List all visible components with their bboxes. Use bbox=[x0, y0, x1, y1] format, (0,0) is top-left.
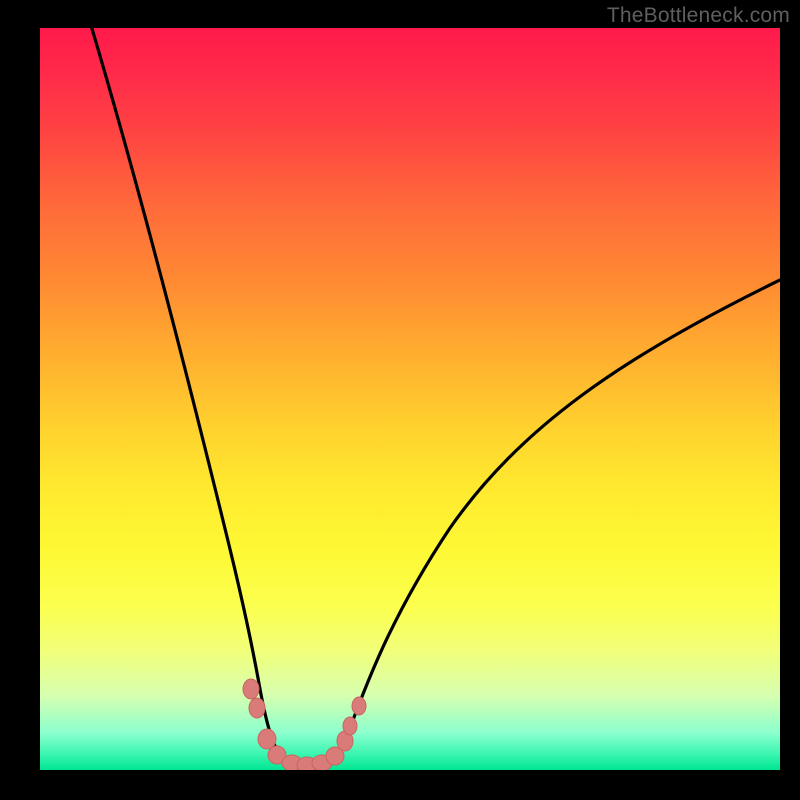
chart-frame: TheBottleneck.com bbox=[0, 0, 800, 800]
curve-marker bbox=[258, 729, 276, 749]
curve-marker bbox=[352, 697, 366, 715]
watermark-text: TheBottleneck.com bbox=[607, 4, 790, 28]
curve-marker bbox=[343, 717, 357, 735]
curve-marker bbox=[243, 679, 259, 699]
curve-marker bbox=[249, 698, 265, 718]
plot-area bbox=[40, 28, 780, 770]
bottleneck-curve bbox=[40, 28, 780, 770]
curve-path bbox=[92, 28, 780, 769]
